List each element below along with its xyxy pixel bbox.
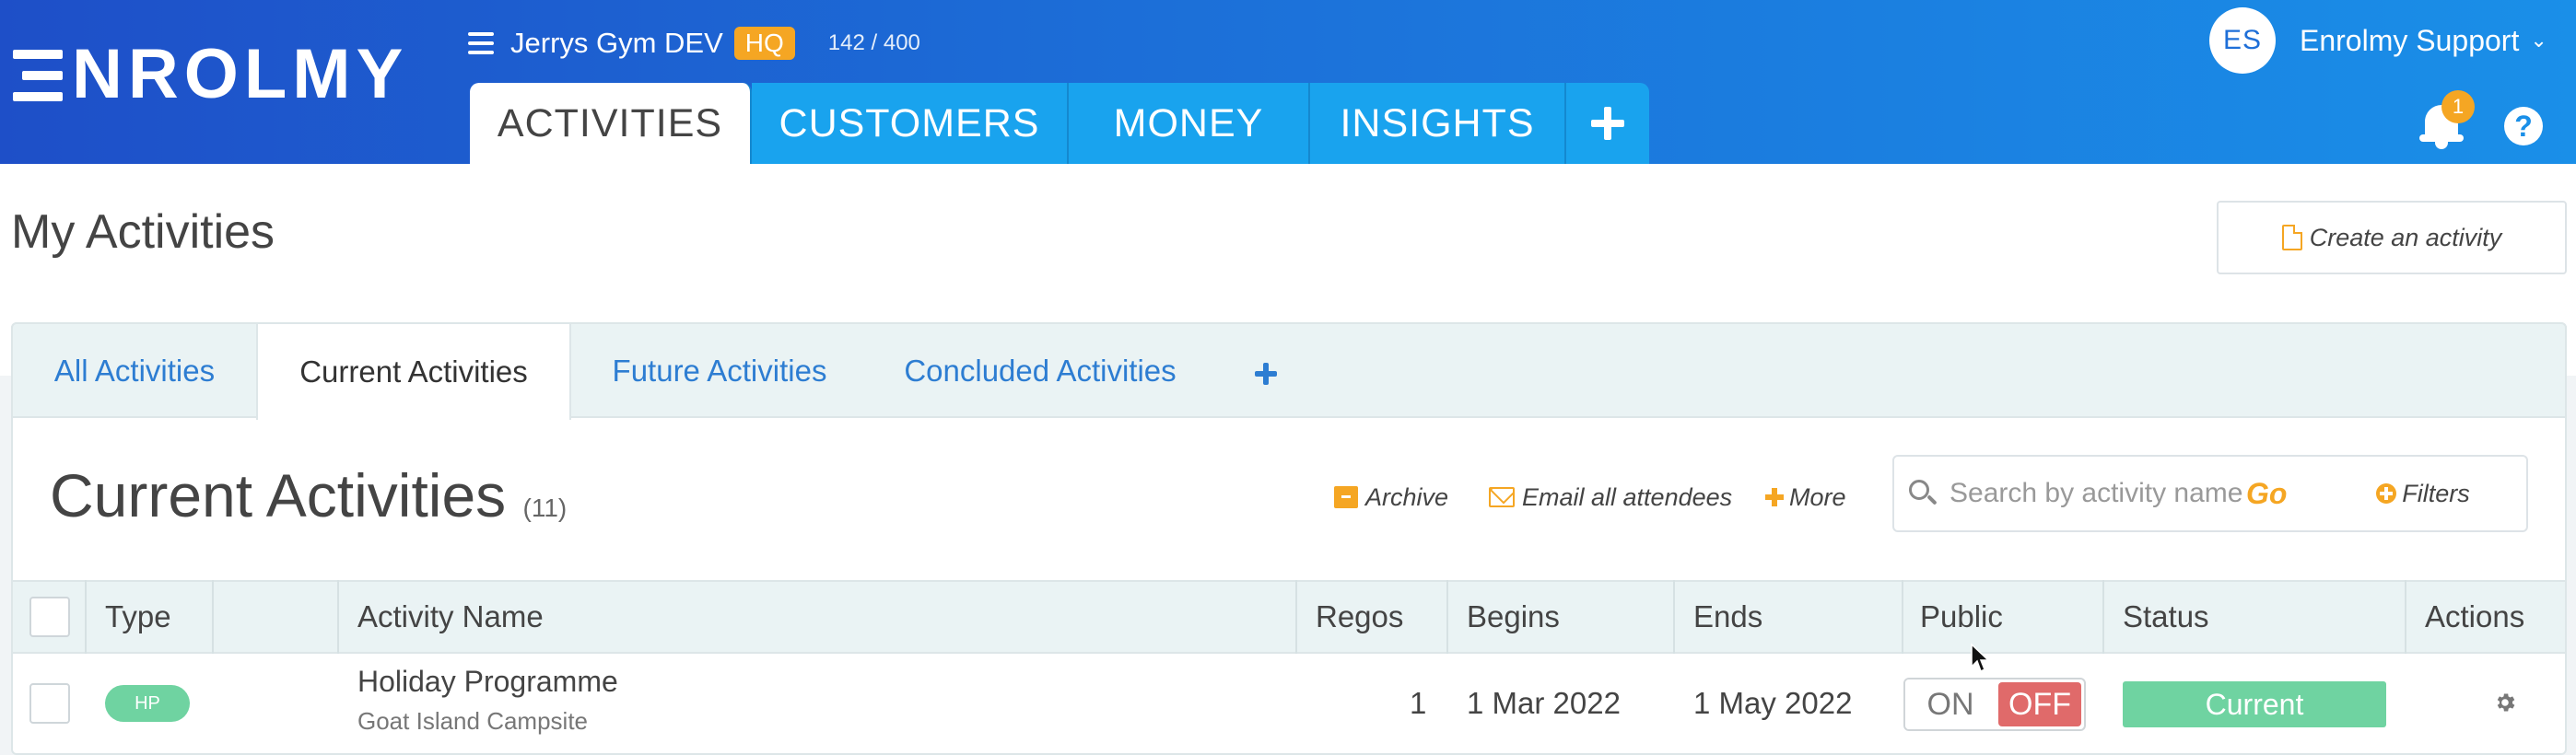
tab-insights[interactable]: INSIGHTS: [1310, 83, 1566, 164]
archive-button[interactable]: Archive: [1334, 481, 1448, 514]
status-badge: Current: [2123, 681, 2386, 727]
column-divider: [1295, 580, 1297, 654]
mouse-cursor-icon: [1971, 643, 1990, 673]
column-divider: [212, 580, 214, 654]
column-ends[interactable]: Ends: [1693, 580, 1762, 654]
user-menu[interactable]: ES Enrolmy Support ⌄: [2209, 6, 2547, 76]
help-icon[interactable]: ?: [2504, 107, 2543, 145]
column-status[interactable]: Status: [2123, 580, 2209, 654]
main-nav: ACTIVITIES CUSTOMERS MONEY INSIGHTS: [470, 83, 1649, 164]
document-icon: [2281, 225, 2302, 250]
add-view-plus-icon[interactable]: [1255, 363, 1277, 385]
regos-count: 1: [1410, 686, 1427, 720]
logo-e-icon: [13, 46, 66, 103]
column-divider: [2102, 580, 2104, 654]
org-bar: Jerrys Gym DEV HQ 142 / 400: [468, 22, 920, 64]
app-header: NROLMY Jerrys Gym DEV HQ 142 / 400 ACTIV…: [0, 0, 2576, 164]
subtab-concluded-activities[interactable]: Concluded Activities: [868, 324, 1212, 418]
avatar[interactable]: ES: [2209, 7, 2276, 74]
search-input[interactable]: [1950, 478, 2242, 509]
row-checkbox[interactable]: [29, 683, 70, 724]
more-label: More: [1789, 482, 1846, 511]
activity-name-link[interactable]: Holiday Programme: [357, 665, 618, 699]
enrolmy-logo[interactable]: NROLMY: [13, 35, 409, 113]
toggle-on[interactable]: ON: [1905, 680, 1996, 729]
page-title: My Activities: [11, 205, 275, 259]
column-divider: [1902, 580, 1903, 654]
activity-count: (11): [522, 494, 568, 522]
toggle-off[interactable]: OFF: [1998, 682, 2081, 726]
select-all-checkbox[interactable]: [29, 597, 70, 637]
column-begins[interactable]: Begins: [1467, 580, 1560, 654]
more-button[interactable]: More: [1765, 481, 1846, 514]
section-title: Current Activities (11): [50, 460, 567, 530]
subtab-future-activities[interactable]: Future Activities: [571, 324, 868, 418]
subtab-all-activities[interactable]: All Activities: [13, 324, 256, 418]
column-divider: [85, 580, 87, 654]
archive-icon: [1334, 486, 1358, 508]
email-label: Email all attendees: [1522, 482, 1733, 511]
public-toggle[interactable]: ON OFF: [1903, 678, 2086, 731]
gear-icon[interactable]: [2493, 691, 2517, 714]
chevron-down-icon[interactable]: ⌄: [2530, 29, 2547, 52]
org-name[interactable]: Jerrys Gym DEV: [510, 27, 723, 60]
begins-date: 1 Mar 2022: [1467, 686, 1621, 720]
search-box: Go: [1892, 455, 2322, 532]
tab-money[interactable]: MONEY: [1069, 83, 1310, 164]
plus-icon: [1591, 107, 1624, 140]
filters-label: Filters: [2402, 479, 2470, 507]
subtab-current-activities[interactable]: Current Activities: [256, 324, 571, 420]
menu-icon[interactable]: [468, 32, 494, 54]
tab-activities[interactable]: ACTIVITIES: [470, 83, 752, 164]
column-regos[interactable]: Regos: [1316, 580, 1403, 654]
tab-customers[interactable]: CUSTOMERS: [752, 83, 1069, 164]
column-divider: [1673, 580, 1675, 654]
column-divider: [2405, 580, 2406, 654]
column-actions: Actions: [2425, 599, 2525, 633]
search-icon: [1909, 480, 1938, 507]
add-tab-button[interactable]: [1566, 83, 1649, 164]
notification-badge: 1: [2441, 90, 2475, 123]
email-attendees-button[interactable]: Email all attendees: [1489, 481, 1732, 514]
column-divider: [1446, 580, 1448, 654]
go-button[interactable]: Go: [2246, 477, 2287, 511]
column-public[interactable]: Public: [1920, 580, 2003, 654]
user-name[interactable]: Enrolmy Support: [2300, 24, 2519, 58]
type-badge: HP: [105, 685, 190, 722]
plus-circle-icon: [2376, 483, 2397, 504]
logo-text: NROLMY: [72, 35, 409, 113]
member-count: 142 / 400: [827, 30, 920, 55]
create-activity-label: Create an activity: [2309, 223, 2502, 251]
column-activity-name[interactable]: Activity Name: [357, 580, 544, 654]
activity-location: Goat Island Campsite: [357, 707, 589, 735]
create-activity-button[interactable]: Create an activity: [2217, 201, 2567, 274]
column-divider: [337, 580, 339, 654]
column-type[interactable]: Type: [105, 580, 171, 654]
archive-label: Archive: [1365, 482, 1449, 511]
section-title-text: Current Activities: [50, 461, 507, 529]
plus-icon: [1765, 488, 1784, 506]
hq-badge: HQ: [733, 27, 795, 60]
ends-date: 1 May 2022: [1693, 686, 1853, 720]
filters-button[interactable]: Filters: [2320, 455, 2528, 532]
mail-icon: [1489, 487, 1515, 507]
